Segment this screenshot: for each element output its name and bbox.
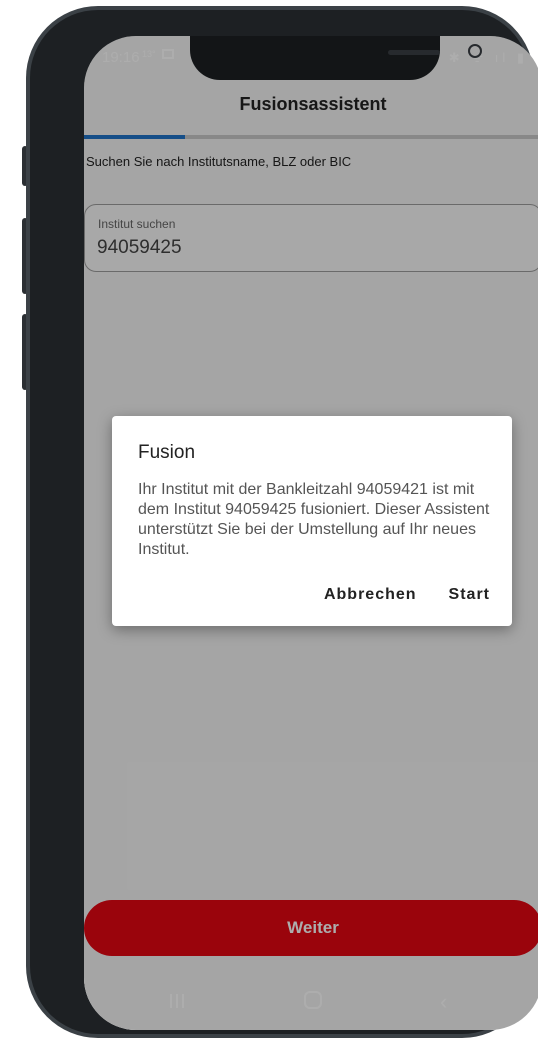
dialog-title: Fusion <box>138 442 196 463</box>
dialog-actions: Abbrechen Start <box>324 586 490 604</box>
phone-screen: 19:16 13° ✱ ᯤ ıl ▮ Fusionsassistent Such… <box>84 36 538 1030</box>
start-button[interactable]: Start <box>449 586 490 604</box>
phone-frame: 19:16 13° ✱ ᯤ ıl ▮ Fusionsassistent Such… <box>26 6 538 1038</box>
cancel-button[interactable]: Abbrechen <box>324 586 417 604</box>
dialog-message: Ihr Institut mit der Bankleitzahl 940594… <box>138 481 490 558</box>
phone-bezel: 19:16 13° ✱ ᯤ ıl ▮ Fusionsassistent Such… <box>30 10 538 1034</box>
fusion-dialog: Fusion Ihr Institut mit der Bankleitzahl… <box>112 416 512 626</box>
